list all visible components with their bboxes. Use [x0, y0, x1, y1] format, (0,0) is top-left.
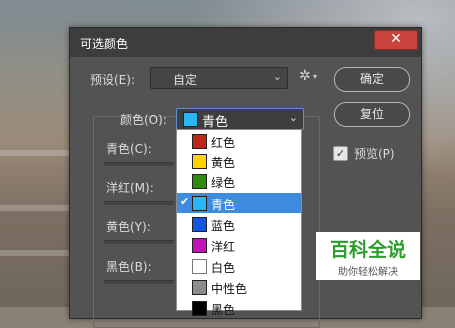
red-swatch — [192, 134, 207, 149]
preview-label: 预览(P) — [354, 147, 395, 161]
preview-checkbox[interactable]: ✓ — [333, 146, 348, 161]
menu-item-label: 黄色 — [211, 156, 236, 170]
blue-swatch — [192, 217, 207, 232]
ok-button[interactable]: 确定 — [334, 67, 410, 92]
slider-track-black[interactable] — [104, 280, 174, 284]
green-swatch — [192, 174, 207, 189]
dialog-titlebar[interactable]: 可选颜色 ✕ — [70, 28, 421, 57]
background-wave — [0, 150, 75, 156]
menu-item-label: 绿色 — [211, 176, 236, 190]
menu-item-neutral[interactable]: 中性色 — [177, 277, 301, 297]
slider-track-magenta[interactable] — [104, 201, 174, 205]
chevron-down-icon: ⌄ — [272, 70, 282, 83]
menu-item-label: 红色 — [211, 136, 236, 150]
menu-item-label: 蓝色 — [211, 219, 236, 233]
menu-item-label: 黑色 — [211, 303, 236, 317]
menu-item-label: 白色 — [211, 261, 236, 275]
gear-dropdown-icon: ▾ — [313, 72, 318, 81]
gear-icon[interactable]: ✲ — [299, 68, 311, 84]
watermark-logo: 百科全说 助你轻松解决 — [316, 232, 420, 280]
preset-value: 自定 — [173, 73, 198, 87]
selected-color-swatch — [183, 112, 198, 127]
menu-item-label: 中性色 — [211, 282, 248, 296]
color-select-value: 青色 — [202, 115, 229, 130]
background-wave — [0, 205, 75, 211]
slider-track-yellow[interactable] — [104, 240, 174, 244]
menu-item-magenta[interactable]: 洋红 — [177, 235, 301, 255]
slider-label-magenta: 洋红(M): — [106, 181, 154, 195]
preset-select[interactable]: 自定 ⌄ — [150, 67, 288, 89]
slider-label-yellow: 黄色(Y): — [106, 220, 151, 234]
menu-item-blue[interactable]: 蓝色 — [177, 214, 301, 234]
watermark-title: 百科全说 — [329, 239, 406, 261]
menu-item-white[interactable]: 白色 — [177, 256, 301, 276]
reset-button[interactable]: 复位 — [334, 102, 410, 127]
chevron-down-icon: ⌄ — [288, 111, 298, 124]
color-dropdown-menu: 红色 黄色 绿色 ✔ 青色 蓝色 洋红 白色 中性色 黑色 — [176, 129, 302, 317]
close-button[interactable]: ✕ — [374, 30, 418, 50]
color-select[interactable]: 青色 ⌄ — [176, 108, 304, 130]
yellow-swatch — [192, 154, 207, 169]
slider-label-cyan: 青色(C): — [106, 142, 152, 156]
menu-item-yellow[interactable]: 黄色 — [177, 151, 301, 171]
slider-track-cyan[interactable] — [104, 162, 174, 166]
white-swatch — [192, 259, 207, 274]
menu-item-label: 洋红 — [211, 240, 236, 254]
preset-label: 预设(E): — [90, 73, 135, 87]
checkmark-icon: ✔ — [180, 195, 190, 208]
watermark-subtitle: 助你轻松解决 — [338, 267, 398, 278]
menu-item-label: 青色 — [211, 198, 236, 212]
close-icon: ✕ — [390, 31, 402, 47]
background-wave — [0, 250, 75, 256]
color-label: 颜色(O): — [120, 113, 167, 127]
slider-label-black: 黑色(B): — [106, 260, 152, 274]
cyan-swatch — [192, 196, 207, 211]
menu-item-red[interactable]: 红色 — [177, 131, 301, 151]
menu-item-black[interactable]: 黑色 — [177, 298, 301, 318]
menu-item-cyan[interactable]: ✔ 青色 — [177, 193, 301, 213]
menu-item-green[interactable]: 绿色 — [177, 171, 301, 191]
black-swatch — [192, 301, 207, 316]
magenta-swatch — [192, 238, 207, 253]
dialog-title: 可选颜色 — [80, 37, 129, 51]
neutral-swatch — [192, 280, 207, 295]
